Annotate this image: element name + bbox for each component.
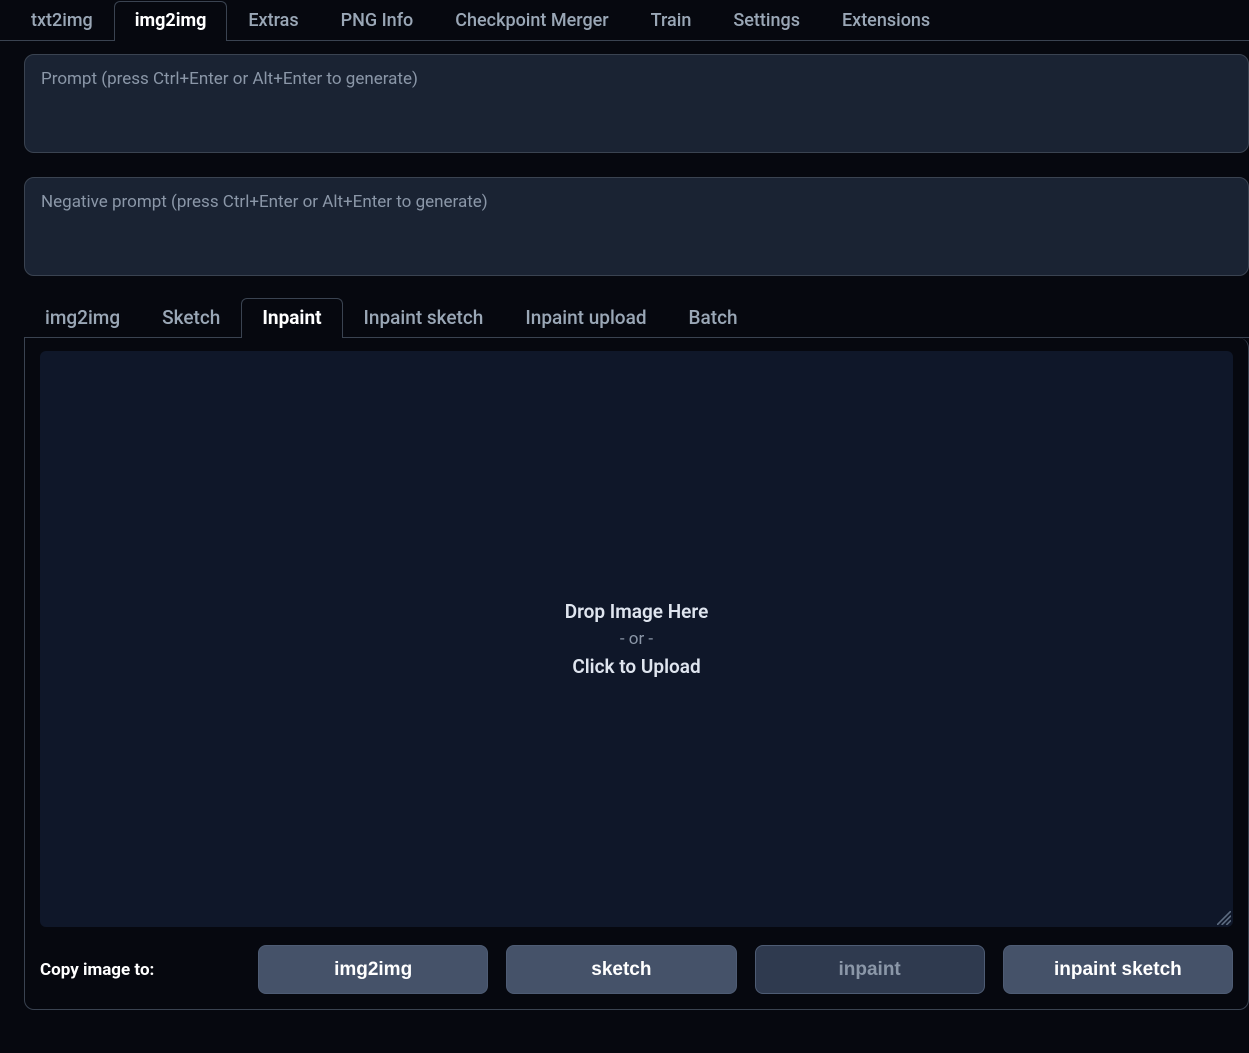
tab-img2img[interactable]: img2img [114, 1, 228, 41]
top-tabs: txt2img img2img Extras PNG Info Checkpoi… [0, 0, 1249, 41]
copy-image-to-label: Copy image to: [40, 960, 240, 980]
subtab-inpaint[interactable]: Inpaint [241, 298, 342, 338]
subtab-inpaint-sketch[interactable]: Inpaint sketch [343, 298, 505, 338]
prompt-input[interactable] [24, 54, 1249, 153]
copy-to-sketch-button[interactable]: sketch [506, 945, 736, 994]
tab-pnginfo[interactable]: PNG Info [320, 1, 435, 41]
subtab-inpaint-upload[interactable]: Inpaint upload [504, 298, 667, 338]
tab-settings[interactable]: Settings [712, 1, 821, 41]
prompt-block [0, 41, 1249, 280]
copy-to-inpaint-sketch-button[interactable]: inpaint sketch [1003, 945, 1233, 994]
resize-handle-icon [1217, 911, 1231, 925]
tab-extras[interactable]: Extras [227, 1, 319, 41]
copy-to-inpaint-button: inpaint [755, 945, 985, 994]
tab-txt2img[interactable]: txt2img [10, 1, 114, 41]
tab-ckpt-merge[interactable]: Checkpoint Merger [434, 1, 629, 41]
tab-train[interactable]: Train [630, 1, 713, 41]
img2img-subwrapper: img2img Sketch Inpaint Inpaint sketch In… [0, 280, 1249, 1010]
subtab-batch[interactable]: Batch [668, 298, 759, 338]
image-dropzone[interactable]: Drop Image Here - or - Click to Upload [40, 351, 1233, 927]
tab-extensions[interactable]: Extensions [821, 1, 951, 41]
copy-image-to-row: Copy image to: img2img sketch inpaint in… [40, 945, 1233, 994]
inpaint-panel: Drop Image Here - or - Click to Upload C… [24, 338, 1249, 1010]
subtab-img2img[interactable]: img2img [24, 298, 141, 338]
negative-prompt-input[interactable] [24, 177, 1249, 276]
dropzone-line2: - or - [620, 629, 653, 649]
dropzone-line3: Click to Upload [572, 655, 700, 678]
copy-to-img2img-button[interactable]: img2img [258, 945, 488, 994]
subtab-sketch[interactable]: Sketch [141, 298, 241, 338]
dropzone-line1: Drop Image Here [565, 600, 709, 623]
sub-tabs: img2img Sketch Inpaint Inpaint sketch In… [24, 299, 1249, 338]
